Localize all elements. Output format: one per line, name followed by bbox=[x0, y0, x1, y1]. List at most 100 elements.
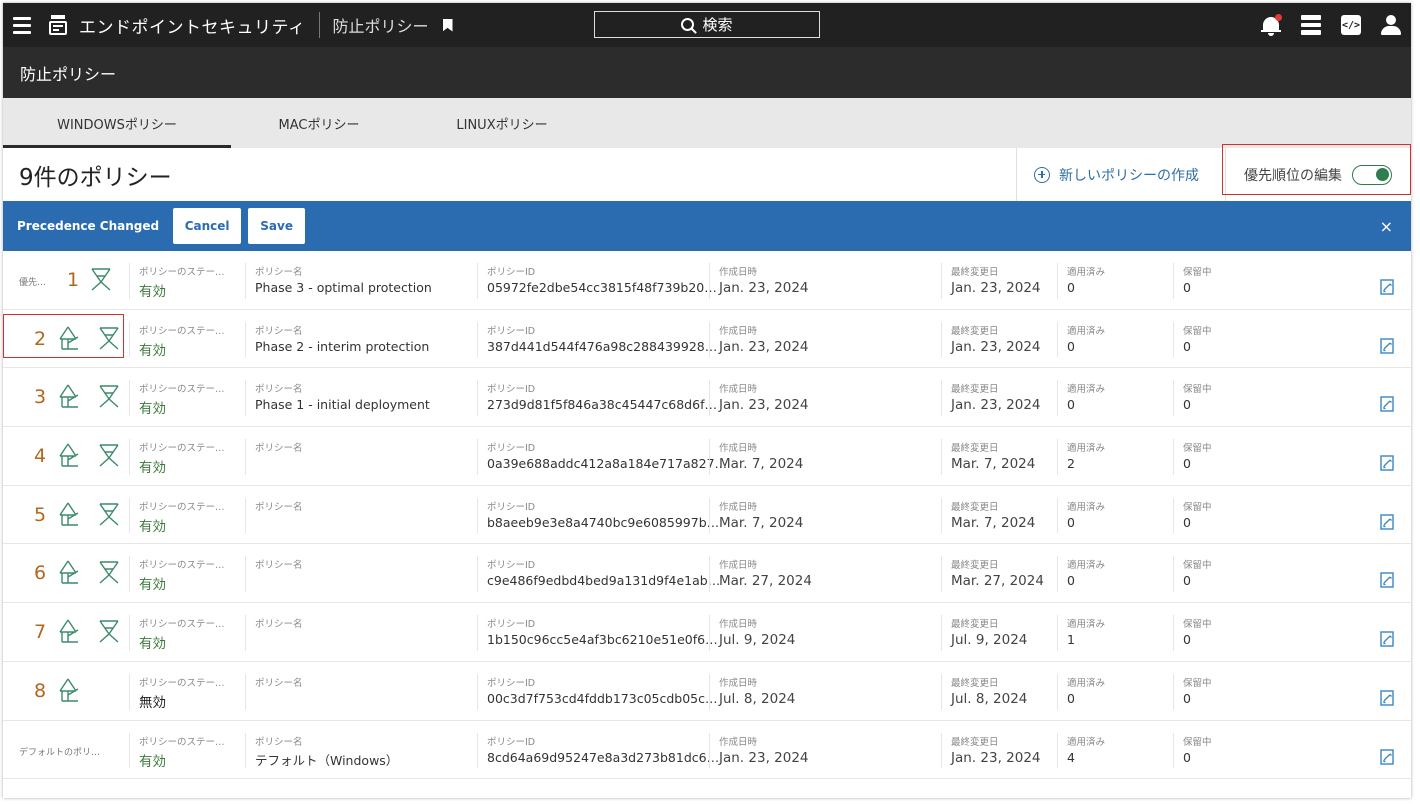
modified-label: 最終変更日 bbox=[951, 501, 999, 513]
search-label: 検索 bbox=[702, 16, 733, 34]
new-policy-button[interactable]: 新しいポリシーの作成 bbox=[1016, 148, 1224, 201]
status-value: 有効 bbox=[139, 636, 166, 653]
edit-policy-icon[interactable] bbox=[1380, 572, 1394, 589]
tab-windows[interactable]: WINDOWSポリシー bbox=[3, 98, 231, 148]
modified-label: 最終変更日 bbox=[951, 384, 999, 396]
save-button[interactable]: Save bbox=[248, 208, 306, 244]
policy-row[interactable]: 3 ポリシーのステー… 有効 ポリシー名 Phase 1 - initial deplo… bbox=[3, 368, 1411, 428]
move-up-icon[interactable] bbox=[56, 559, 80, 585]
id-cell: ポリシーID 387d441d544f476a98c288439928… bbox=[477, 310, 717, 368]
id-value: 8cd64a69d95247e8a3d273b81dc6… bbox=[487, 749, 720, 765]
modified-label: 最終変更日 bbox=[951, 443, 999, 455]
policy-row[interactable]: デフォルトのポリ… ポリシーのステー… 有効 ポリシー名 テフォルト（Windows）ポ… bbox=[3, 721, 1411, 780]
created-label: 作成日時 bbox=[719, 443, 758, 455]
created-cell: 作成日時 Jan. 23, 2024 bbox=[709, 310, 941, 368]
title-divider bbox=[319, 12, 321, 38]
created-value: Jan. 23, 2024 bbox=[719, 397, 809, 414]
status-cell: ポリシーのステー… 有効 bbox=[129, 544, 245, 602]
notification-bell-icon[interactable] bbox=[1261, 14, 1282, 36]
policy-row[interactable]: 6 ポリシーのステー… 有効 ポリシー名 ポリシーID c9e486f9edbd4bed9… bbox=[3, 544, 1411, 604]
status-label: ポリシーのステー… bbox=[139, 325, 225, 337]
status-label: ポリシーのステー… bbox=[139, 677, 225, 689]
name-cell: ポリシー名 Phase 3 - optimal protection bbox=[245, 251, 477, 309]
applied-value: 0 bbox=[1067, 338, 1075, 354]
menu-icon[interactable] bbox=[13, 16, 31, 34]
move-down-icon[interactable] bbox=[97, 618, 121, 644]
edit-policy-icon[interactable] bbox=[1380, 748, 1394, 765]
pending-label: 保留中 bbox=[1183, 443, 1212, 455]
applied-label: 適用済み bbox=[1067, 677, 1106, 689]
edit-policy-icon[interactable] bbox=[1380, 455, 1394, 471]
edit-policy-icon[interactable] bbox=[1380, 337, 1394, 354]
code-icon[interactable]: </> bbox=[1341, 15, 1361, 35]
edit-policy-icon[interactable] bbox=[1380, 631, 1394, 647]
server-icon[interactable] bbox=[1301, 15, 1321, 36]
search-box[interactable]: 検索 bbox=[594, 11, 820, 38]
applied-label: 適用済み bbox=[1067, 560, 1106, 572]
name-label: ポリシー名 bbox=[255, 677, 303, 689]
move-down-icon[interactable] bbox=[97, 559, 121, 585]
tab-mac[interactable]: MACポリシー bbox=[231, 98, 407, 148]
name-cell: ポリシー名 bbox=[245, 427, 477, 485]
move-up-icon[interactable] bbox=[56, 677, 80, 703]
status-value: 有効 bbox=[139, 753, 166, 770]
move-up-icon[interactable] bbox=[56, 618, 80, 644]
policy-row[interactable]: 2 ポリシーのステー… 有効 ポリシー名 Phase 2 - interim prote… bbox=[3, 310, 1411, 369]
cancel-button[interactable]: Cancel bbox=[173, 208, 242, 244]
edit-policy-icon[interactable] bbox=[1380, 279, 1394, 295]
precedence-number: 7 bbox=[34, 621, 47, 644]
name-label: ポリシー名 bbox=[255, 384, 303, 396]
pending-cell: 保留中 0 bbox=[1173, 721, 1289, 779]
move-up-icon[interactable] bbox=[56, 442, 80, 468]
os-tabs: WINDOWSポリシー MACポリシー LINUXポリシー bbox=[3, 98, 1411, 148]
move-down-icon[interactable] bbox=[89, 266, 113, 292]
modified-label: 最終変更日 bbox=[951, 325, 999, 337]
breadcrumb[interactable]: 防止ポリシー bbox=[332, 13, 428, 37]
pending-cell: 保留中 0 bbox=[1173, 427, 1289, 485]
status-cell: ポリシーのステー… 無効 bbox=[129, 662, 245, 720]
edit-policy-icon[interactable] bbox=[1380, 396, 1394, 413]
modified-label: 最終変更日 bbox=[951, 736, 999, 748]
tab-linux[interactable]: LINUXポリシー bbox=[407, 98, 597, 148]
status-label: ポリシーのステー… bbox=[139, 560, 225, 572]
applied-value: 2 bbox=[1067, 456, 1075, 472]
applied-cell: 適用済み 2 bbox=[1057, 427, 1173, 485]
modified-cell: 最終変更日 Jan. 23, 2024 bbox=[941, 251, 1057, 309]
policy-row[interactable]: 優先… 1 ポリシーのステー… 有効 ポリシー名 Phase 3 - optimal pr… bbox=[3, 251, 1411, 310]
applied-label: 適用済み bbox=[1067, 736, 1106, 748]
pending-cell: 保留中 0 bbox=[1173, 603, 1289, 661]
policy-row[interactable]: 7 ポリシーのステー… 有効 ポリシー名 ポリシーID 1b150c96cc5e4af3b… bbox=[3, 603, 1411, 662]
created-label: 作成日時 bbox=[719, 736, 758, 748]
pending-cell: 保留中 0 bbox=[1173, 662, 1289, 720]
status-label: ポリシーのステー… bbox=[139, 501, 225, 513]
status-cell: ポリシーのステー… 有効 bbox=[129, 310, 245, 368]
move-down-icon[interactable] bbox=[97, 501, 121, 527]
app-title: エンドポイントセキュリティ bbox=[79, 17, 306, 38]
id-label: ポリシーID bbox=[487, 325, 536, 337]
policy-row[interactable]: 5 ポリシーのステー… 有効 ポリシー名 ポリシーID b8aeeb9e3e8a4740b… bbox=[3, 486, 1411, 545]
pending-label: 保留中 bbox=[1183, 560, 1212, 572]
tab-mac-label: MACポリシー bbox=[278, 117, 360, 133]
policy-row[interactable]: 4 ポリシーのステー… 有効 ポリシー名 ポリシーID 0a39e688addc412a8… bbox=[3, 427, 1411, 486]
move-up-icon[interactable] bbox=[56, 383, 80, 409]
precedence-number: 1 bbox=[67, 269, 80, 291]
modified-cell: 最終変更日 Mar. 7, 2024 bbox=[941, 486, 1057, 544]
move-up-icon[interactable] bbox=[56, 501, 80, 527]
user-icon[interactable] bbox=[1381, 14, 1401, 36]
precedence-cell: 6 bbox=[3, 544, 126, 602]
modified-value: Mar. 27, 2024 bbox=[951, 573, 1044, 590]
edit-policy-icon[interactable] bbox=[1380, 514, 1394, 530]
move-down-icon[interactable] bbox=[97, 383, 121, 409]
pending-value: 0 bbox=[1183, 338, 1191, 354]
policy-row[interactable]: 8 ポリシーのステー… 無効 ポリシー名 ポリシーID 00c3d7f753cd4fddb… bbox=[3, 662, 1411, 721]
name-label: ポリシー名 bbox=[255, 443, 303, 455]
close-icon[interactable]: × bbox=[1380, 217, 1393, 236]
applied-value: 0 bbox=[1067, 514, 1075, 530]
move-down-icon[interactable] bbox=[97, 442, 121, 468]
bookmark-icon[interactable] bbox=[442, 18, 453, 32]
status-value: 有効 bbox=[139, 577, 166, 594]
page-title: 防止ポリシー bbox=[20, 64, 117, 84]
edit-policy-icon[interactable] bbox=[1380, 690, 1394, 706]
modified-value: Jul. 9, 2024 bbox=[951, 632, 1028, 649]
pending-label: 保留中 bbox=[1183, 677, 1212, 689]
